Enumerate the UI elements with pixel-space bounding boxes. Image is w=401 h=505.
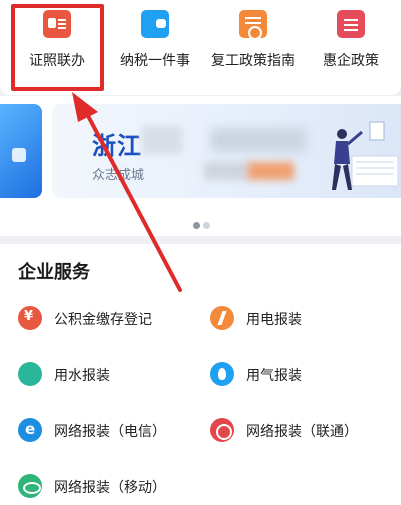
enterprise-services-section: 企业服务 公积金缴存登记 用电报装 用水报装 用气报装 网络报装（电信） 网络报… xyxy=(0,236,401,505)
banner-slide[interactable]: 浙江 众志成城 xyxy=(52,104,401,198)
service-label: 网络报装（移动） xyxy=(54,480,166,496)
carousel-indicator xyxy=(193,214,213,233)
quick-item-certificate[interactable]: 证照联办 xyxy=(12,10,102,70)
china-mobile-icon xyxy=(18,474,42,498)
section-title: 企业服务 xyxy=(18,262,90,283)
quick-item-label: 复工政策指南 xyxy=(211,53,295,69)
china-telecom-icon xyxy=(18,418,42,442)
banner-prev-slide[interactable] xyxy=(0,104,42,198)
banner-carousel[interactable]: 浙江 众志成城 xyxy=(0,96,401,236)
water-drop-icon xyxy=(13,357,47,391)
certificate-icon xyxy=(43,10,71,38)
carousel-dot[interactable] xyxy=(203,222,210,229)
service-label: 用气报装 xyxy=(246,368,302,384)
wallet-icon xyxy=(141,10,169,38)
china-unicom-icon xyxy=(210,418,234,442)
banner-title: 浙江 xyxy=(92,132,142,160)
quick-access-bar: 证照联办 纳税一件事 复工政策指南 惠企政策 xyxy=(0,0,401,95)
person-illustration-icon xyxy=(332,121,399,190)
gas-flame-icon xyxy=(210,362,234,386)
quick-item-label: 惠企政策 xyxy=(323,53,379,69)
enterprise-policy-icon xyxy=(337,10,365,38)
quick-item-tax[interactable]: 纳税一件事 xyxy=(110,10,200,70)
service-label: 网络报装（电信） xyxy=(54,424,166,440)
blurred-region xyxy=(142,126,182,154)
carousel-dot-active[interactable] xyxy=(193,222,200,229)
service-label: 公积金缴存登记 xyxy=(54,312,152,328)
housing-fund-icon xyxy=(18,306,42,330)
quick-item-resume-guide[interactable]: 复工政策指南 xyxy=(208,10,298,70)
quick-item-enterprise-policy[interactable]: 惠企政策 xyxy=(306,10,396,70)
electricity-icon xyxy=(210,306,234,330)
service-label: 用水报装 xyxy=(54,368,110,384)
service-label: 用电报装 xyxy=(246,312,302,328)
quick-item-label: 证照联办 xyxy=(29,53,85,69)
policy-guide-icon xyxy=(239,10,267,40)
banner-subtitle: 众志成城 xyxy=(92,168,145,183)
blurred-region xyxy=(248,162,294,180)
service-label: 网络报装（联通） xyxy=(246,424,358,440)
quick-item-label: 纳税一件事 xyxy=(120,53,190,69)
blurred-region xyxy=(210,128,306,152)
blurred-region xyxy=(204,162,250,180)
